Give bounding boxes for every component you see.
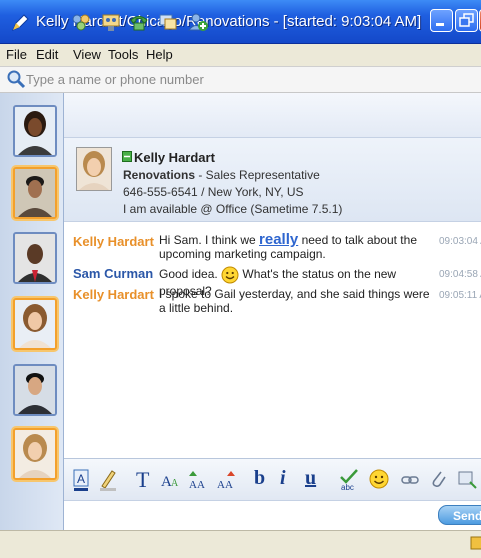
share-screen-icon[interactable] bbox=[157, 11, 179, 33]
menu-tools[interactable]: Tools bbox=[108, 47, 138, 62]
font-button[interactable]: T bbox=[136, 467, 149, 493]
search-input[interactable] bbox=[26, 69, 466, 89]
contact-availability: I am available @ Office (Sametime 7.5.1) bbox=[123, 202, 343, 216]
menu-view[interactable]: View bbox=[73, 47, 101, 62]
contact-company: Renovations bbox=[123, 168, 196, 182]
svg-text:A: A bbox=[189, 479, 197, 491]
search-icon bbox=[7, 70, 26, 89]
status-bar bbox=[0, 530, 481, 558]
svg-text:A: A bbox=[217, 479, 225, 491]
window-title: Kelly Hardart/Chicago/Renovations - [sta… bbox=[36, 13, 422, 30]
shrink-font-icon[interactable]: A A bbox=[216, 467, 236, 493]
contact-avatar-5[interactable] bbox=[13, 364, 57, 416]
smiley-emoticon-icon bbox=[221, 266, 239, 284]
business-card-photo bbox=[76, 147, 112, 191]
message-sender: Sam Curman bbox=[73, 266, 154, 281]
restore-button[interactable] bbox=[455, 9, 478, 32]
bold-button[interactable]: b bbox=[254, 467, 265, 493]
attach-file-icon[interactable] bbox=[428, 467, 448, 493]
svg-text:A: A bbox=[225, 479, 233, 491]
avatar bbox=[15, 234, 55, 282]
svg-text:A: A bbox=[171, 478, 179, 489]
contact-avatar-3[interactable] bbox=[13, 232, 57, 284]
highlight-pen-icon[interactable] bbox=[98, 467, 118, 493]
sametime-pen-icon bbox=[12, 14, 29, 31]
grow-font-icon[interactable]: A A bbox=[188, 467, 208, 493]
chat-toolbar bbox=[64, 93, 481, 138]
message-sender: Kelly Hardart bbox=[73, 234, 154, 249]
avatar bbox=[15, 300, 55, 348]
screen-capture-icon[interactable] bbox=[456, 467, 478, 493]
contact-avatar-1[interactable] bbox=[13, 105, 57, 157]
contact-name: Kelly Hardart bbox=[134, 150, 215, 165]
avatar bbox=[15, 430, 55, 478]
invite-people-icon[interactable] bbox=[70, 11, 92, 33]
online-status-icon bbox=[122, 151, 132, 162]
contact-avatar-4[interactable] bbox=[13, 298, 57, 350]
minimize-button[interactable] bbox=[430, 9, 453, 32]
minimize-icon bbox=[436, 23, 444, 26]
text-color-icon[interactable]: A bbox=[72, 467, 90, 493]
emphasis-link[interactable]: really bbox=[259, 231, 298, 248]
menu-file[interactable]: File bbox=[6, 47, 27, 62]
contact-avatar-2[interactable] bbox=[13, 167, 57, 219]
restore-icon bbox=[459, 13, 474, 27]
phone-call-icon[interactable] bbox=[128, 11, 150, 33]
italic-button[interactable]: i bbox=[280, 467, 286, 493]
message-timestamp: 09:03:04 A bbox=[439, 236, 481, 247]
message-text: Hi Sam. I think we really need to talk a… bbox=[159, 231, 431, 261]
message-sender: Kelly Hardart bbox=[73, 287, 154, 302]
avatar bbox=[15, 107, 55, 155]
meeting-icon[interactable] bbox=[100, 11, 122, 33]
contact-job-title: - Sales Representative bbox=[195, 168, 320, 182]
message-input[interactable] bbox=[64, 501, 481, 530]
font-size-icon[interactable]: A A bbox=[160, 467, 180, 493]
link-icon[interactable] bbox=[400, 467, 420, 493]
avatar bbox=[77, 148, 111, 190]
message-timestamp: 09:05:11 A bbox=[439, 290, 481, 301]
svg-text:abc: abc bbox=[341, 483, 354, 492]
message-timestamp: 09:04:58 A bbox=[439, 269, 481, 280]
add-contact-icon[interactable] bbox=[187, 11, 209, 33]
message-text: I spoke to Gail yesterday, and she said … bbox=[159, 287, 430, 315]
menu-bar: File Edit View Tools Help bbox=[0, 44, 481, 66]
underline-button[interactable]: u bbox=[305, 467, 316, 493]
svg-text:A: A bbox=[197, 479, 205, 491]
contact-avatar-6[interactable] bbox=[13, 428, 57, 480]
menu-help[interactable]: Help bbox=[146, 47, 173, 62]
menu-edit[interactable]: Edit bbox=[36, 47, 58, 62]
message-text-part: Hi Sam. I think we bbox=[159, 233, 260, 247]
send-button[interactable]: Send bbox=[438, 505, 481, 525]
status-icon bbox=[470, 536, 481, 550]
contact-company-title: Renovations - Sales Representative bbox=[123, 168, 320, 182]
spell-check-icon[interactable]: abc bbox=[338, 467, 360, 493]
emoticon-icon[interactable] bbox=[368, 467, 390, 493]
avatar bbox=[15, 366, 55, 414]
contact-phone-location: 646-555-6541 / New York, NY, US bbox=[123, 185, 304, 199]
avatar bbox=[15, 169, 55, 217]
message-text-part: Good idea. bbox=[159, 267, 222, 282]
svg-text:A: A bbox=[77, 472, 85, 486]
